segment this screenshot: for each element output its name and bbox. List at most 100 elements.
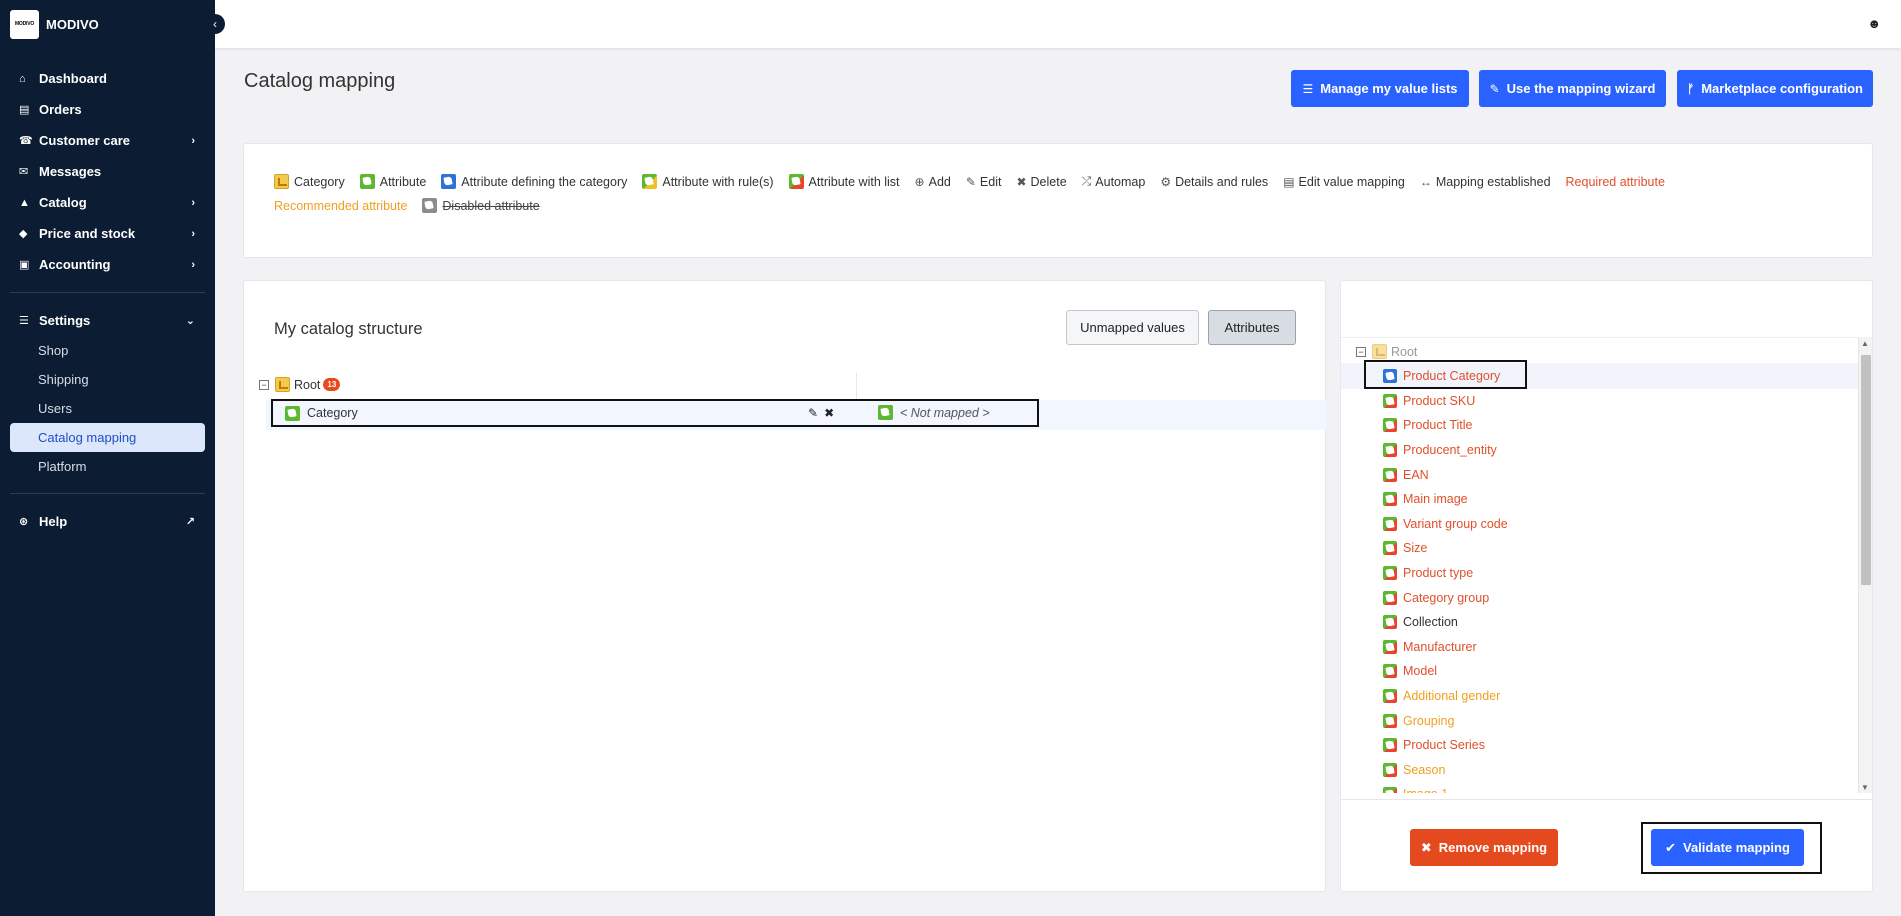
tree-root[interactable]: − Root 13 [259,377,341,392]
nav-label: Customer care [39,133,131,148]
list-attribute-icon [1383,566,1397,581]
home-icon: ⌂ [19,72,26,85]
list-attribute-icon [1383,787,1397,793]
nav-item-messages[interactable]: ✉ Messages [0,156,215,187]
attribute-list: Product Category Product SKU Product Title… [1383,364,1508,793]
attribute-item[interactable]: Additional gender [1383,684,1508,709]
sidebar-item-shipping[interactable]: Shipping [0,365,215,394]
attribute-item[interactable]: EAN [1383,462,1508,487]
list-attribute-icon [1383,443,1397,458]
chevron-down-icon: ⌄ [185,315,195,327]
nav-item-accounting[interactable]: ▣ Accounting › [0,249,215,280]
list-attribute-icon [1383,738,1397,753]
nav-item-customer-care[interactable]: ☎ Customer care › [0,125,215,156]
collapse-sidebar-button[interactable]: ‹ [205,14,225,34]
legend-label: Add [928,174,951,189]
nav-item-price-stock[interactable]: ◆ Price and stock › [0,218,215,249]
legend-add: ⊕ Add [915,174,951,189]
button-label: Marketplace configuration [1701,81,1863,96]
list-attribute-icon [1383,762,1397,777]
list-attribute-icon [1383,492,1397,507]
orders-icon: ▤ [19,104,30,116]
sliders-icon: ☰ [19,315,29,327]
user-icon[interactable]: ☻ [1867,16,1881,31]
mapping-wizard-button[interactable]: ✎ Use the mapping wizard [1479,70,1666,107]
marketplace-tree: − Root Product Category Product SKU Produc… [1341,337,1873,793]
validate-mapping-button[interactable]: ✔ Validate mapping [1651,829,1804,866]
attribute-label: Size [1403,541,1428,556]
selection-outline [1364,360,1527,389]
mapping-row-category[interactable]: Category ✎ ✖ < Not mapped > [271,399,1039,427]
table-icon: ▤ [1283,174,1295,189]
attribute-item[interactable]: Main image [1383,487,1508,512]
nav-item-dashboard[interactable]: ⌂ Dashboard [0,63,215,94]
manage-value-lists-button[interactable]: ☰ Manage my value lists [1291,70,1469,107]
button-label: Manage my value lists [1320,81,1458,96]
attribute-item[interactable]: Model [1383,659,1508,684]
category-icon [1372,344,1387,359]
nav-item-orders[interactable]: ▤ Orders [0,94,215,125]
legend-label: Edit [979,174,1002,189]
attribute-item[interactable]: Variant group code [1383,512,1508,537]
marketplace-attributes-panel: − Root Product Category Product SKU Produc… [1340,280,1873,892]
brand-logo: MODIVO [10,9,39,39]
nav-item-settings[interactable]: ☰ Settings ⌄ [0,305,215,336]
attribute-item[interactable]: Season [1383,758,1508,783]
attribute-label: Additional gender [1403,689,1501,704]
attribute-item[interactable]: Size [1383,536,1508,561]
collapse-toggle-icon[interactable]: − [1356,346,1366,357]
legend-attribute: Attribute [359,174,426,189]
legend-automap: ⤮ Automap [1082,174,1146,189]
delete-icon[interactable]: ✖ [824,406,834,420]
collapse-toggle-icon[interactable]: − [259,379,269,390]
brand-name: MODIVO [46,16,99,32]
attribute-label: EAN [1403,467,1429,482]
attribute-item[interactable]: Product Series [1383,733,1508,758]
attribute-item[interactable]: Image 1 [1383,782,1508,793]
sidebar-item-shop[interactable]: Shop [0,336,215,365]
edit-icon[interactable]: ✎ [808,406,818,420]
list-attribute-icon [1383,689,1397,704]
remove-mapping-button[interactable]: ✖ Remove mapping [1410,829,1558,866]
scroll-down-icon[interactable]: ▼ [1861,783,1869,792]
attribute-item[interactable]: Manufacturer [1383,635,1508,660]
attribute-item[interactable]: Producent_entity [1383,438,1508,463]
scrollbar[interactable]: ▲ ▼ [1858,337,1872,793]
nav-label: Orders [39,102,82,117]
attribute-icon [359,174,375,189]
attribute-label: Product Series [1403,738,1485,753]
nav-item-catalog[interactable]: ▲ Catalog › [0,187,215,218]
nav-label: Settings [39,313,91,328]
attribute-item[interactable]: Product Title [1383,413,1508,438]
tab-attributes[interactable]: Attributes [1208,310,1296,345]
attribute-item[interactable]: Product SKU [1383,389,1508,414]
sidebar-item-platform[interactable]: Platform [0,452,215,481]
tree-root[interactable]: − Root [1356,344,1417,359]
tree-root-label: Root [294,377,321,392]
tab-unmapped-values[interactable]: Unmapped values [1066,310,1199,345]
attribute-item[interactable]: Collection [1383,610,1508,635]
chevron-right-icon: › [191,134,195,147]
legend-category: Category [274,174,345,189]
row-actions: ✎ ✖ [808,406,840,420]
attribute-item[interactable]: Grouping [1383,708,1508,733]
mapped-target[interactable]: < Not mapped > [878,405,990,420]
plus-circle-icon: ⊕ [914,174,925,189]
attribute-label: Manufacturer [1403,639,1477,654]
sidebar-item-users[interactable]: Users [0,394,215,423]
category-icon [274,174,289,189]
attribute-item[interactable]: Category group [1383,585,1508,610]
scroll-up-icon[interactable]: ▲ [1861,339,1869,348]
sidebar-item-catalog-mapping[interactable]: Catalog mapping [10,423,205,452]
scrollbar-thumb[interactable] [1861,355,1871,585]
nav-item-help[interactable]: ⊛ Help ↗ [0,506,215,537]
attribute-item[interactable]: Product type [1383,561,1508,586]
button-label: Validate mapping [1682,840,1790,855]
sidebar: MODIVO MODIVO ⌂ Dashboard ▤ Orders ☎ Custom… [0,0,215,916]
legend-label: Mapping established [1435,174,1551,189]
nav-label: Help [39,514,68,529]
category-icon [275,377,290,392]
marketplace-configuration-button[interactable]: ᚠ Marketplace configuration [1677,70,1873,107]
main-nav: ⌂ Dashboard ▤ Orders ☎ Customer care › ✉ Mess… [0,63,215,280]
list-attribute-icon [1383,615,1397,630]
